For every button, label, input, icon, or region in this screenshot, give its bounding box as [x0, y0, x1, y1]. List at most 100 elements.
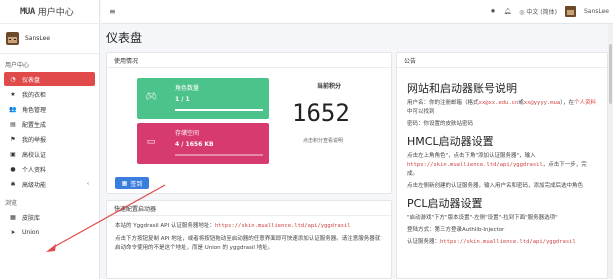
- sidebar: MUA 用户中心 SansLee 用户中心 ◔ 仪表盘 ★ 我的衣柜 👥 角色管…: [0, 0, 100, 279]
- brand[interactable]: MUA 用户中心: [0, 0, 99, 24]
- top-avatar[interactable]: [564, 6, 576, 17]
- sidebar-item-advanced[interactable]: ✱ 高级功能 ‹: [4, 177, 95, 191]
- sidebar-item-label: 皮肤库: [22, 214, 41, 222]
- notice-text: 认证服务器：: [407, 239, 441, 245]
- brand-logo: MUA: [20, 6, 35, 17]
- hdd-icon: ▭: [146, 137, 156, 147]
- scrollbar-thumb[interactable]: [609, 44, 612, 104]
- notice-code: https://skin.muallience.ltd/api/yggdrasi…: [440, 239, 576, 245]
- roles-info-box: 🎮︎ 角色数量 1 / 1: [137, 78, 269, 119]
- file-icon: ▤: [10, 120, 16, 128]
- storage-progress: [175, 154, 263, 156]
- usage-card: 使用情况 🎮︎ 角色数量 1 / 1 ▭ 存储空间 4 / 1656 KB 当前…: [106, 52, 392, 194]
- notice-heading-pcl: PCL启动器设置: [407, 197, 483, 210]
- notice-pcl-step2: 登陆方式：第三方登录Authlib-Injector: [407, 227, 505, 233]
- notice-card: 公告 网站和启动器账号说明 用户名：你的注册邮箱（格式xx@xx.edu.cn或…: [396, 52, 608, 279]
- sidebar-item-union[interactable]: ➤ Union: [4, 225, 95, 239]
- notice-body: 网站和启动器账号说明 用户名：你的注册邮箱（格式xx@xx.edu.cn或xx@…: [397, 68, 607, 258]
- calendar-icon: ▦: [121, 179, 128, 187]
- sidebar-item-label: 我的衣柜: [22, 91, 47, 99]
- bell-icon[interactable]: 🔔︎: [504, 8, 512, 15]
- storage-label: 存储空间: [175, 130, 200, 137]
- notice-pcl-step3: 认证服务器：https://skin.muallience.ltd/api/yg…: [407, 238, 597, 247]
- sidebar-item-school-auth[interactable]: ▣ 高校认证: [4, 147, 95, 161]
- avatar: [6, 32, 19, 45]
- sidebar-item-label: 配置生成: [22, 121, 47, 129]
- gamepad-icon: 🎮︎: [145, 92, 157, 102]
- usage-card-title: 使用情况: [107, 53, 391, 68]
- menu-toggle-icon[interactable]: ≡: [109, 7, 116, 16]
- nav-header-browse: 浏览: [5, 200, 18, 207]
- profile-link[interactable]: 个人资料: [574, 100, 596, 106]
- sidebar-item-dashboard[interactable]: ◔ 仪表盘: [4, 72, 95, 86]
- top-username[interactable]: SansLee: [584, 8, 609, 15]
- sidebar-item-reports[interactable]: ⚑ 我的举报: [4, 132, 95, 146]
- sidebar-item-label: 我的举报: [22, 136, 47, 144]
- roles-progress: [175, 109, 263, 111]
- top-navbar: ≡ ✹ 🔔︎ ◎ 中文 (简体) SansLee: [101, 0, 613, 24]
- star-icon: ★: [10, 90, 16, 98]
- globe-icon: ◎: [519, 9, 525, 16]
- score-note: 点击积分查看说明: [303, 138, 344, 144]
- gear-icon[interactable]: ✹: [491, 8, 496, 15]
- quick-config-title: 快速配置启动器: [107, 201, 391, 216]
- notice-card-title: 公告: [397, 53, 607, 68]
- notice-password-info: 密码：你设置的皮肤站密码: [407, 121, 474, 127]
- sidebar-item-label: 高级功能: [22, 181, 47, 189]
- sidebar-item-config[interactable]: ▤ 配置生成: [4, 117, 95, 131]
- sidebar-item-label: Union: [22, 228, 40, 236]
- notice-text: ），在: [560, 100, 574, 106]
- roles-label: 角色数量: [175, 85, 200, 92]
- tools-icon: ✱: [10, 180, 16, 188]
- user-panel[interactable]: SansLee: [0, 24, 99, 54]
- notice-code: xx@xx.edu.cn: [478, 100, 519, 106]
- page-scrollbar[interactable]: [608, 24, 613, 279]
- notice-heading-hmcl: HMCL启动器设置: [407, 135, 494, 148]
- notice-code: https://skin.muallience.ltd/api/yggdrasi…: [407, 162, 543, 168]
- sidebar-item-label: 个人资料: [22, 166, 47, 174]
- notice-text: 中可以找到: [407, 109, 435, 115]
- chevron-left-icon: ‹: [87, 181, 89, 187]
- notice-heading-accounts: 网站和启动器账号说明: [407, 82, 517, 95]
- send-icon: ➤: [10, 228, 16, 236]
- sidebar-item-closet[interactable]: ★ 我的衣柜: [4, 87, 95, 101]
- roles-value: 1 / 1: [175, 96, 190, 103]
- quick-api-address: 本站的 Yggdrasil API 认证服务器地址：https://skin.m…: [115, 222, 383, 231]
- flag-icon: ⚑: [10, 135, 16, 143]
- language-selector[interactable]: ◎ 中文 (简体): [519, 7, 557, 16]
- sidebar-item-skinlib[interactable]: ▦ 皮肤库: [4, 210, 95, 224]
- storage-value: 4 / 1656 KB: [175, 141, 214, 148]
- score-value[interactable]: 1652: [292, 99, 350, 127]
- brand-title: 用户中心: [37, 8, 74, 18]
- checkin-button[interactable]: ▦ 签到: [115, 177, 149, 189]
- language-label: 中文 (简体): [526, 9, 557, 16]
- sidebar-item-profile[interactable]: ● 个人资料: [4, 162, 95, 176]
- notice-hmcl-step1: 点击左上角角色"，点击下角"添加认证服务器"，输入 https://skin.mu…: [407, 152, 597, 179]
- quick-config-body: 本站的 Yggdrasil API 认证服务器地址：https://skin.m…: [107, 216, 391, 263]
- checkin-label: 签到: [130, 180, 143, 188]
- id-card-icon: ▣: [10, 150, 16, 158]
- users-icon: 👥: [9, 105, 17, 113]
- quick-text: 本站的 Yggdrasil API 认证服务器地址：: [115, 223, 215, 229]
- notice-text: 点击左上角角色"，点击下角"添加认证服务器"，输入: [407, 153, 536, 159]
- sidebar-item-players[interactable]: 👥 角色管理: [4, 102, 95, 116]
- store-icon: ▦: [10, 213, 16, 221]
- notice-hmcl-step2: 点击左侧新创建的认证服务器，输入用户名和密码，添加完成后选中角色: [407, 183, 584, 189]
- quick-code[interactable]: https://skin.muallience.ltd/api/yggdrasi…: [215, 223, 351, 229]
- sidebar-username: SansLee: [25, 35, 51, 42]
- sidebar-item-label: 仪表盘: [22, 76, 41, 84]
- nav-header-user-center: 用户中心: [5, 62, 30, 69]
- roles-progress-fill: [175, 109, 263, 111]
- storage-info-box: ▭ 存储空间 4 / 1656 KB: [137, 123, 269, 164]
- notice-pcl-step1: "启动游戏"下方"版本设置"-左侧"设置"-拉到下面"服务器选项": [407, 215, 558, 221]
- quick-config-card: 快速配置启动器 本站的 Yggdrasil API 认证服务器地址：https:…: [106, 200, 392, 279]
- notice-text: 用户名：你的注册邮箱（格式: [407, 100, 479, 106]
- score-title: 当前积分: [317, 83, 342, 90]
- sidebar-item-label: 高校认证: [22, 151, 47, 159]
- notice-username-info: 用户名：你的注册邮箱（格式xx@xx.edu.cn或xx@yyyy.mua），在…: [407, 99, 597, 117]
- page-title: 仪表盘: [106, 31, 143, 45]
- notice-code: xx@yyyy.mua: [523, 100, 561, 106]
- dashboard-icon: ◔: [10, 75, 16, 83]
- quick-instructions: 点击下方按钮复制 API 地址，或者将按钮拖动至启动器的任意界面即可快速添加认证…: [115, 236, 381, 251]
- sidebar-item-label: 角色管理: [22, 106, 47, 114]
